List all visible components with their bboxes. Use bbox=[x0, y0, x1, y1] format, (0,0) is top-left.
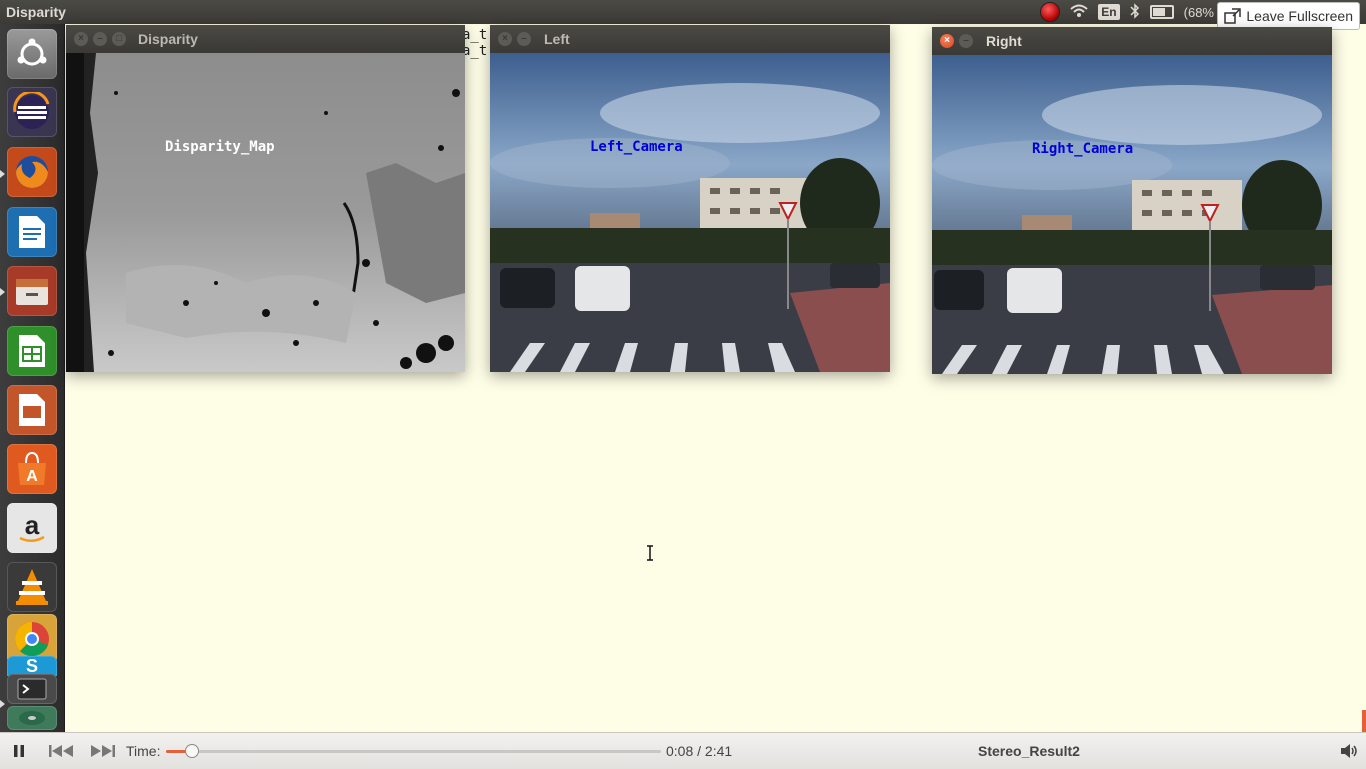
background-text-line: a_t bbox=[462, 27, 488, 43]
skip-forward-icon bbox=[91, 745, 115, 757]
background-text-line: a_t bbox=[462, 43, 488, 59]
svg-text:a: a bbox=[25, 510, 40, 540]
minimize-icon[interactable]: – bbox=[959, 34, 973, 48]
time-label: Time: bbox=[126, 743, 161, 759]
running-indicator bbox=[0, 700, 5, 708]
left-camera-label: Left_Camera bbox=[590, 139, 683, 155]
right-camera-image: Right_Camera bbox=[932, 55, 1332, 374]
window-title: Left bbox=[544, 31, 570, 47]
text-cursor-icon bbox=[647, 545, 653, 561]
seek-bar-handle[interactable] bbox=[185, 744, 199, 758]
ubuntu-dash-icon[interactable] bbox=[7, 29, 57, 79]
running-indicator bbox=[0, 288, 5, 296]
side-indicator bbox=[1362, 710, 1366, 732]
right-camera-window: × – Right Right_Camera bbox=[932, 27, 1332, 374]
skype-icon[interactable]: S bbox=[7, 656, 57, 676]
battery-icon[interactable] bbox=[1149, 5, 1174, 19]
svg-text:A: A bbox=[26, 468, 38, 485]
maximize-icon[interactable]: □ bbox=[112, 32, 126, 46]
right-window-titlebar[interactable]: × – Right bbox=[932, 27, 1332, 55]
files-icon[interactable] bbox=[7, 266, 57, 316]
keyboard-layout-indicator[interactable]: En bbox=[1098, 4, 1120, 20]
media-title: Stereo_Result2 bbox=[978, 743, 1080, 759]
left-window-titlebar[interactable]: × – Left bbox=[490, 25, 890, 53]
libreoffice-writer-icon[interactable] bbox=[7, 207, 57, 257]
vlc-icon[interactable] bbox=[7, 562, 57, 612]
close-icon[interactable]: × bbox=[498, 32, 512, 46]
launcher: A a S bbox=[0, 24, 65, 732]
amazon-icon[interactable]: a bbox=[7, 503, 57, 553]
libreoffice-impress-icon[interactable] bbox=[7, 385, 57, 435]
minimize-icon[interactable]: – bbox=[517, 32, 531, 46]
record-indicator-icon[interactable] bbox=[1040, 2, 1061, 22]
leave-fullscreen-icon bbox=[1224, 8, 1242, 24]
close-icon[interactable]: × bbox=[940, 34, 954, 48]
eclipse-icon[interactable] bbox=[7, 87, 57, 137]
media-player-controls: Time: 0:08 / 2:41 Stereo_Result2 bbox=[0, 732, 1366, 769]
skip-back-icon bbox=[49, 745, 73, 757]
background-terminal-text: a_t a_t bbox=[462, 27, 487, 59]
minimize-icon[interactable]: – bbox=[93, 32, 107, 46]
running-indicator bbox=[0, 170, 5, 178]
volume-button[interactable] bbox=[1340, 741, 1358, 761]
seek-bar[interactable] bbox=[166, 744, 661, 758]
system-tray: En (68% bbox=[1040, 0, 1220, 24]
terminal-icon[interactable] bbox=[7, 674, 57, 704]
pause-icon bbox=[14, 745, 24, 757]
time-display: 0:08 / 2:41 bbox=[666, 743, 733, 759]
firefox-icon[interactable] bbox=[7, 147, 57, 197]
pause-button[interactable] bbox=[12, 741, 26, 761]
app-title: Disparity bbox=[6, 4, 66, 20]
next-button[interactable] bbox=[90, 741, 116, 761]
disk-icon[interactable] bbox=[7, 706, 57, 730]
wifi-icon[interactable] bbox=[1070, 4, 1088, 21]
disparity-map-image: Disparity_Map bbox=[66, 53, 465, 372]
battery-percentage: (68% bbox=[1183, 4, 1214, 20]
right-camera-label: Right_Camera bbox=[1032, 141, 1134, 157]
previous-button[interactable] bbox=[48, 741, 74, 761]
left-camera-image: Left_Camera bbox=[490, 53, 890, 372]
disparity-window: × – □ Disparity Disparity_Map bbox=[66, 25, 465, 372]
leave-fullscreen-button[interactable]: Leave Fullscreen bbox=[1217, 2, 1360, 30]
top-panel: Disparity En (68% Leave Fullscreen bbox=[0, 0, 1366, 30]
bluetooth-icon[interactable] bbox=[1130, 2, 1140, 22]
window-title: Right bbox=[986, 33, 1022, 49]
close-icon[interactable]: × bbox=[74, 32, 88, 46]
window-title: Disparity bbox=[138, 31, 198, 47]
disparity-window-titlebar[interactable]: × – □ Disparity bbox=[66, 25, 465, 53]
libreoffice-calc-icon[interactable] bbox=[7, 326, 57, 376]
disparity-map-label: Disparity_Map bbox=[165, 139, 275, 155]
left-camera-window: × – Left Left_Camera bbox=[490, 25, 890, 372]
software-center-icon[interactable]: A bbox=[7, 444, 57, 494]
leave-fullscreen-label: Leave Fullscreen bbox=[1246, 8, 1353, 24]
speaker-icon bbox=[1341, 744, 1357, 758]
